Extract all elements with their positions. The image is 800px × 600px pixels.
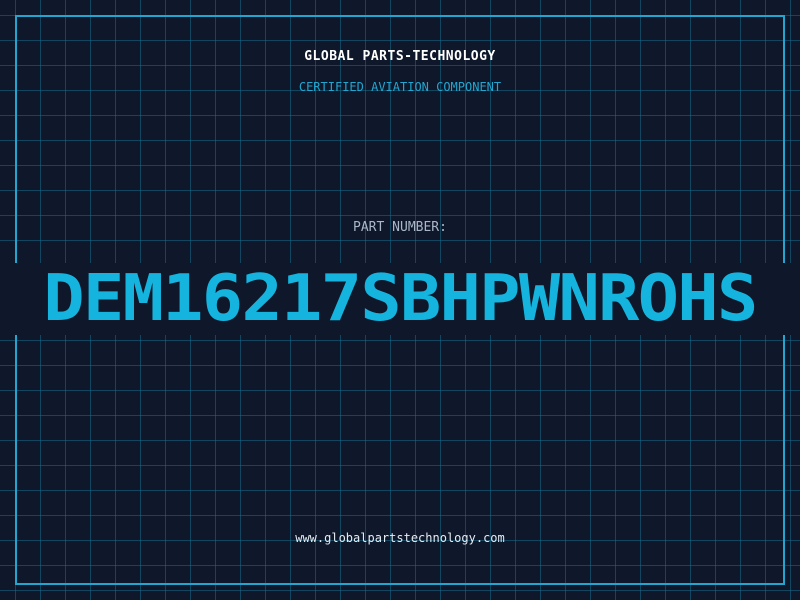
- part-number-label: PART NUMBER:: [353, 220, 447, 235]
- part-number-value: DEM16217SBHPWNROHS: [43, 262, 758, 336]
- website-url: www.globalpartstechnology.com: [295, 531, 505, 545]
- certification-subtitle: CERTIFIED AVIATION COMPONENT: [298, 80, 502, 94]
- part-label-card: GLOBAL PARTS-TECHNOLOGY CERTIFIED AVIATI…: [0, 0, 800, 600]
- company-name: GLOBAL PARTS-TECHNOLOGY: [304, 49, 496, 64]
